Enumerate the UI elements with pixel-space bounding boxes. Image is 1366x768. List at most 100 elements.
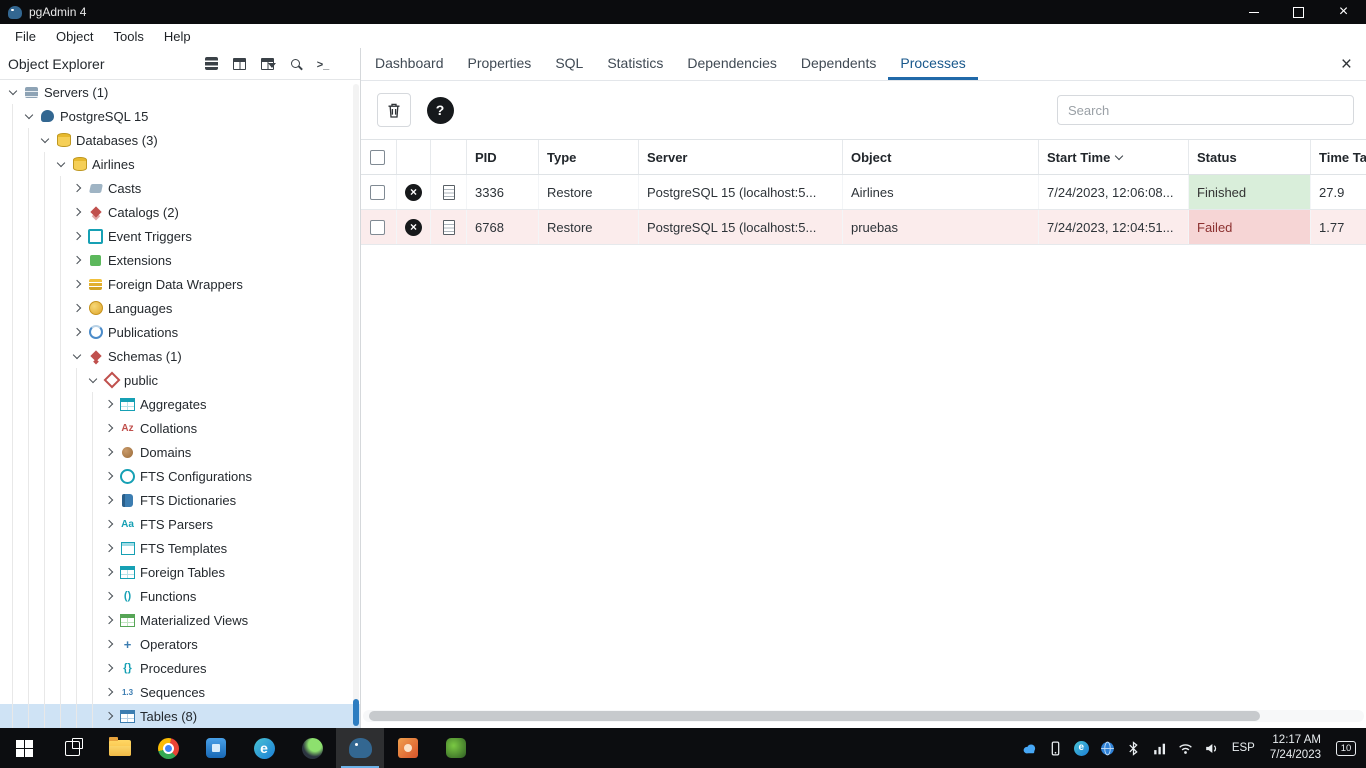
tree-item-procedures[interactable]: {} Procedures [0,656,360,680]
pgadmin-taskbar-button[interactable] [336,728,384,768]
chevron-right-icon[interactable] [100,704,118,728]
running-app-button-1[interactable] [384,728,432,768]
view-data-button[interactable] [226,51,252,77]
tree-item-sequences[interactable]: 1.3 Sequences [0,680,360,704]
chevron-right-icon[interactable] [100,632,118,656]
tree-item-foreign-data-wrappers[interactable]: Foreign Data Wrappers [0,272,360,296]
menu-file[interactable]: File [6,29,47,44]
tree-item-languages[interactable]: Languages [0,296,360,320]
delete-process-button[interactable] [377,93,411,127]
help-button[interactable] [423,93,457,127]
language-indicator[interactable]: ESP [1232,742,1255,754]
chevron-down-icon[interactable] [52,152,70,176]
column-header-object[interactable]: Object [843,140,1039,174]
tab-properties[interactable]: Properties [456,48,544,80]
column-header-time-taken[interactable]: Time Taken [1311,140,1366,174]
close-panel-icon[interactable] [1341,55,1352,74]
stop-process-icon[interactable] [405,218,422,236]
chevron-right-icon[interactable] [100,392,118,416]
chevron-down-icon[interactable] [4,80,22,104]
chevron-right-icon[interactable] [100,680,118,704]
tab-statistics[interactable]: Statistics [595,48,675,80]
file-explorer-button[interactable] [96,728,144,768]
minimize-button[interactable] [1231,0,1276,24]
chevron-right-icon[interactable] [68,320,86,344]
chevron-right-icon[interactable] [100,560,118,584]
horizontal-scrollbar-thumb[interactable] [369,711,1260,721]
tree-item-domains[interactable]: Domains [0,440,360,464]
volume-tray-icon[interactable] [1203,740,1220,757]
task-view-button[interactable] [48,728,96,768]
chevron-down-icon[interactable] [36,128,54,152]
tree-item-fts-dictionaries[interactable]: FTS Dictionaries [0,488,360,512]
column-header-start-time[interactable]: Start Time [1039,140,1189,174]
tree-item-databases-3[interactable]: Databases (3) [0,128,360,152]
tree-item-schemas-1[interactable]: Schemas (1) [0,344,360,368]
select-all-checkbox[interactable] [370,149,385,165]
tree-item-fts-parsers[interactable]: Aa FTS Parsers [0,512,360,536]
chevron-down-icon[interactable] [20,104,38,128]
menu-object[interactable]: Object [47,29,105,44]
chevron-right-icon[interactable] [100,464,118,488]
tree-item-casts[interactable]: Casts [0,176,360,200]
chevron-down-icon[interactable] [68,344,86,368]
tree-item-extensions[interactable]: Extensions [0,248,360,272]
tab-dependencies[interactable]: Dependencies [675,48,789,80]
start-button[interactable] [0,728,48,768]
tree-item-publications[interactable]: Publications [0,320,360,344]
tree-item-public[interactable]: public [0,368,360,392]
edge-button[interactable] [240,728,288,768]
chevron-right-icon[interactable] [100,440,118,464]
tree-scrollbar-track[interactable] [353,84,359,726]
horizontal-scrollbar-track[interactable] [363,710,1364,722]
chevron-right-icon[interactable] [100,656,118,680]
tree-item-operators[interactable]: + Operators [0,632,360,656]
tab-dashboard[interactable]: Dashboard [363,48,456,80]
psql-tool-button[interactable] [310,51,336,77]
column-header-type[interactable]: Type [539,140,639,174]
process-search-input[interactable] [1057,95,1354,125]
row-checkbox[interactable] [370,219,385,235]
search-objects-button[interactable] [282,51,308,77]
chevron-right-icon[interactable] [100,488,118,512]
tree-item-foreign-tables[interactable]: Foreign Tables [0,560,360,584]
close-window-button[interactable] [1321,0,1366,24]
menu-tools[interactable]: Tools [105,29,155,44]
network-globe-tray-icon[interactable] [1099,740,1116,757]
tree-item-collations[interactable]: Az Collations [0,416,360,440]
column-header-server[interactable]: Server [639,140,843,174]
tree-item-airlines[interactable]: Airlines [0,152,360,176]
taskbar-clock[interactable]: 12:17 AM 7/24/2023 [1270,733,1321,763]
stop-process-icon[interactable] [405,183,422,201]
tab-processes[interactable]: Processes [888,48,978,80]
column-header-pid[interactable]: PID [467,140,539,174]
tree-item-fts-templates[interactable]: FTS Templates [0,536,360,560]
chevron-right-icon[interactable] [100,584,118,608]
chevron-right-icon[interactable] [68,248,86,272]
chevron-right-icon[interactable] [68,224,86,248]
chevron-right-icon[interactable] [68,296,86,320]
chevron-right-icon[interactable] [68,272,86,296]
pinned-app-button-1[interactable] [192,728,240,768]
phone-tray-icon[interactable] [1047,740,1064,757]
process-details-icon[interactable] [442,219,455,235]
running-app-button-2[interactable] [432,728,480,768]
tree-item-catalogs-2[interactable]: Catalogs (2) [0,200,360,224]
chevron-right-icon[interactable] [100,416,118,440]
chevron-right-icon[interactable] [68,200,86,224]
process-details-icon[interactable] [442,184,455,200]
quick-connect-server-button[interactable] [198,51,224,77]
notification-center-icon[interactable]: 10 [1336,740,1356,756]
chrome-button[interactable] [144,728,192,768]
tree-item-materialized-views[interactable]: Materialized Views [0,608,360,632]
tree-item-servers-1[interactable]: Servers (1) [0,80,360,104]
filtered-rows-button[interactable] [254,51,280,77]
menu-help[interactable]: Help [155,29,202,44]
row-checkbox[interactable] [370,184,385,200]
tree-item-functions[interactable]: () Functions [0,584,360,608]
chevron-right-icon[interactable] [68,176,86,200]
tree-scrollbar-thumb[interactable] [353,699,359,726]
bluetooth-tray-icon[interactable] [1125,740,1142,757]
column-header-status[interactable]: Status [1189,140,1311,174]
edge-tray-icon[interactable] [1073,740,1090,757]
